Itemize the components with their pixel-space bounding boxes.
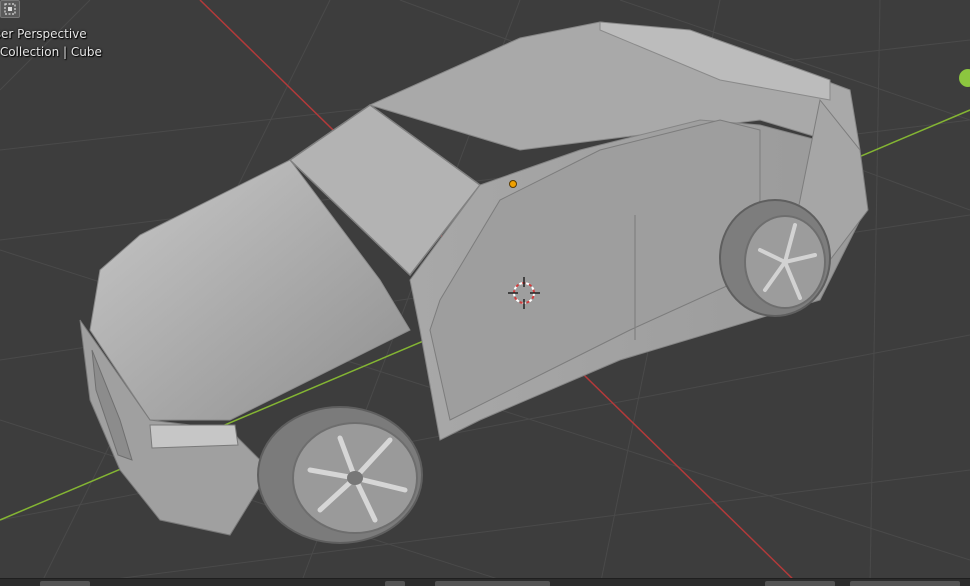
3d-viewport[interactable]: User Perspective (1) Collection | Cube <box>0 0 970 586</box>
navigation-gizmo-y-icon[interactable] <box>959 69 970 87</box>
footer-button[interactable] <box>765 581 835 586</box>
front-wheel[interactable] <box>257 406 423 544</box>
footer-button[interactable] <box>850 581 960 586</box>
footer-button[interactable] <box>40 581 90 586</box>
viewport-scene[interactable] <box>0 0 970 586</box>
viewport-collection-label: (1) Collection | Cube <box>0 45 102 59</box>
viewport-footer <box>0 578 970 586</box>
footer-toolbar[interactable] <box>435 581 550 586</box>
viewport-perspective-label: User Perspective <box>0 27 87 41</box>
footer-button[interactable] <box>385 581 405 586</box>
object-mode-icon[interactable] <box>0 0 20 18</box>
rear-wheel[interactable] <box>719 199 831 317</box>
object-origin-icon[interactable] <box>509 180 517 188</box>
